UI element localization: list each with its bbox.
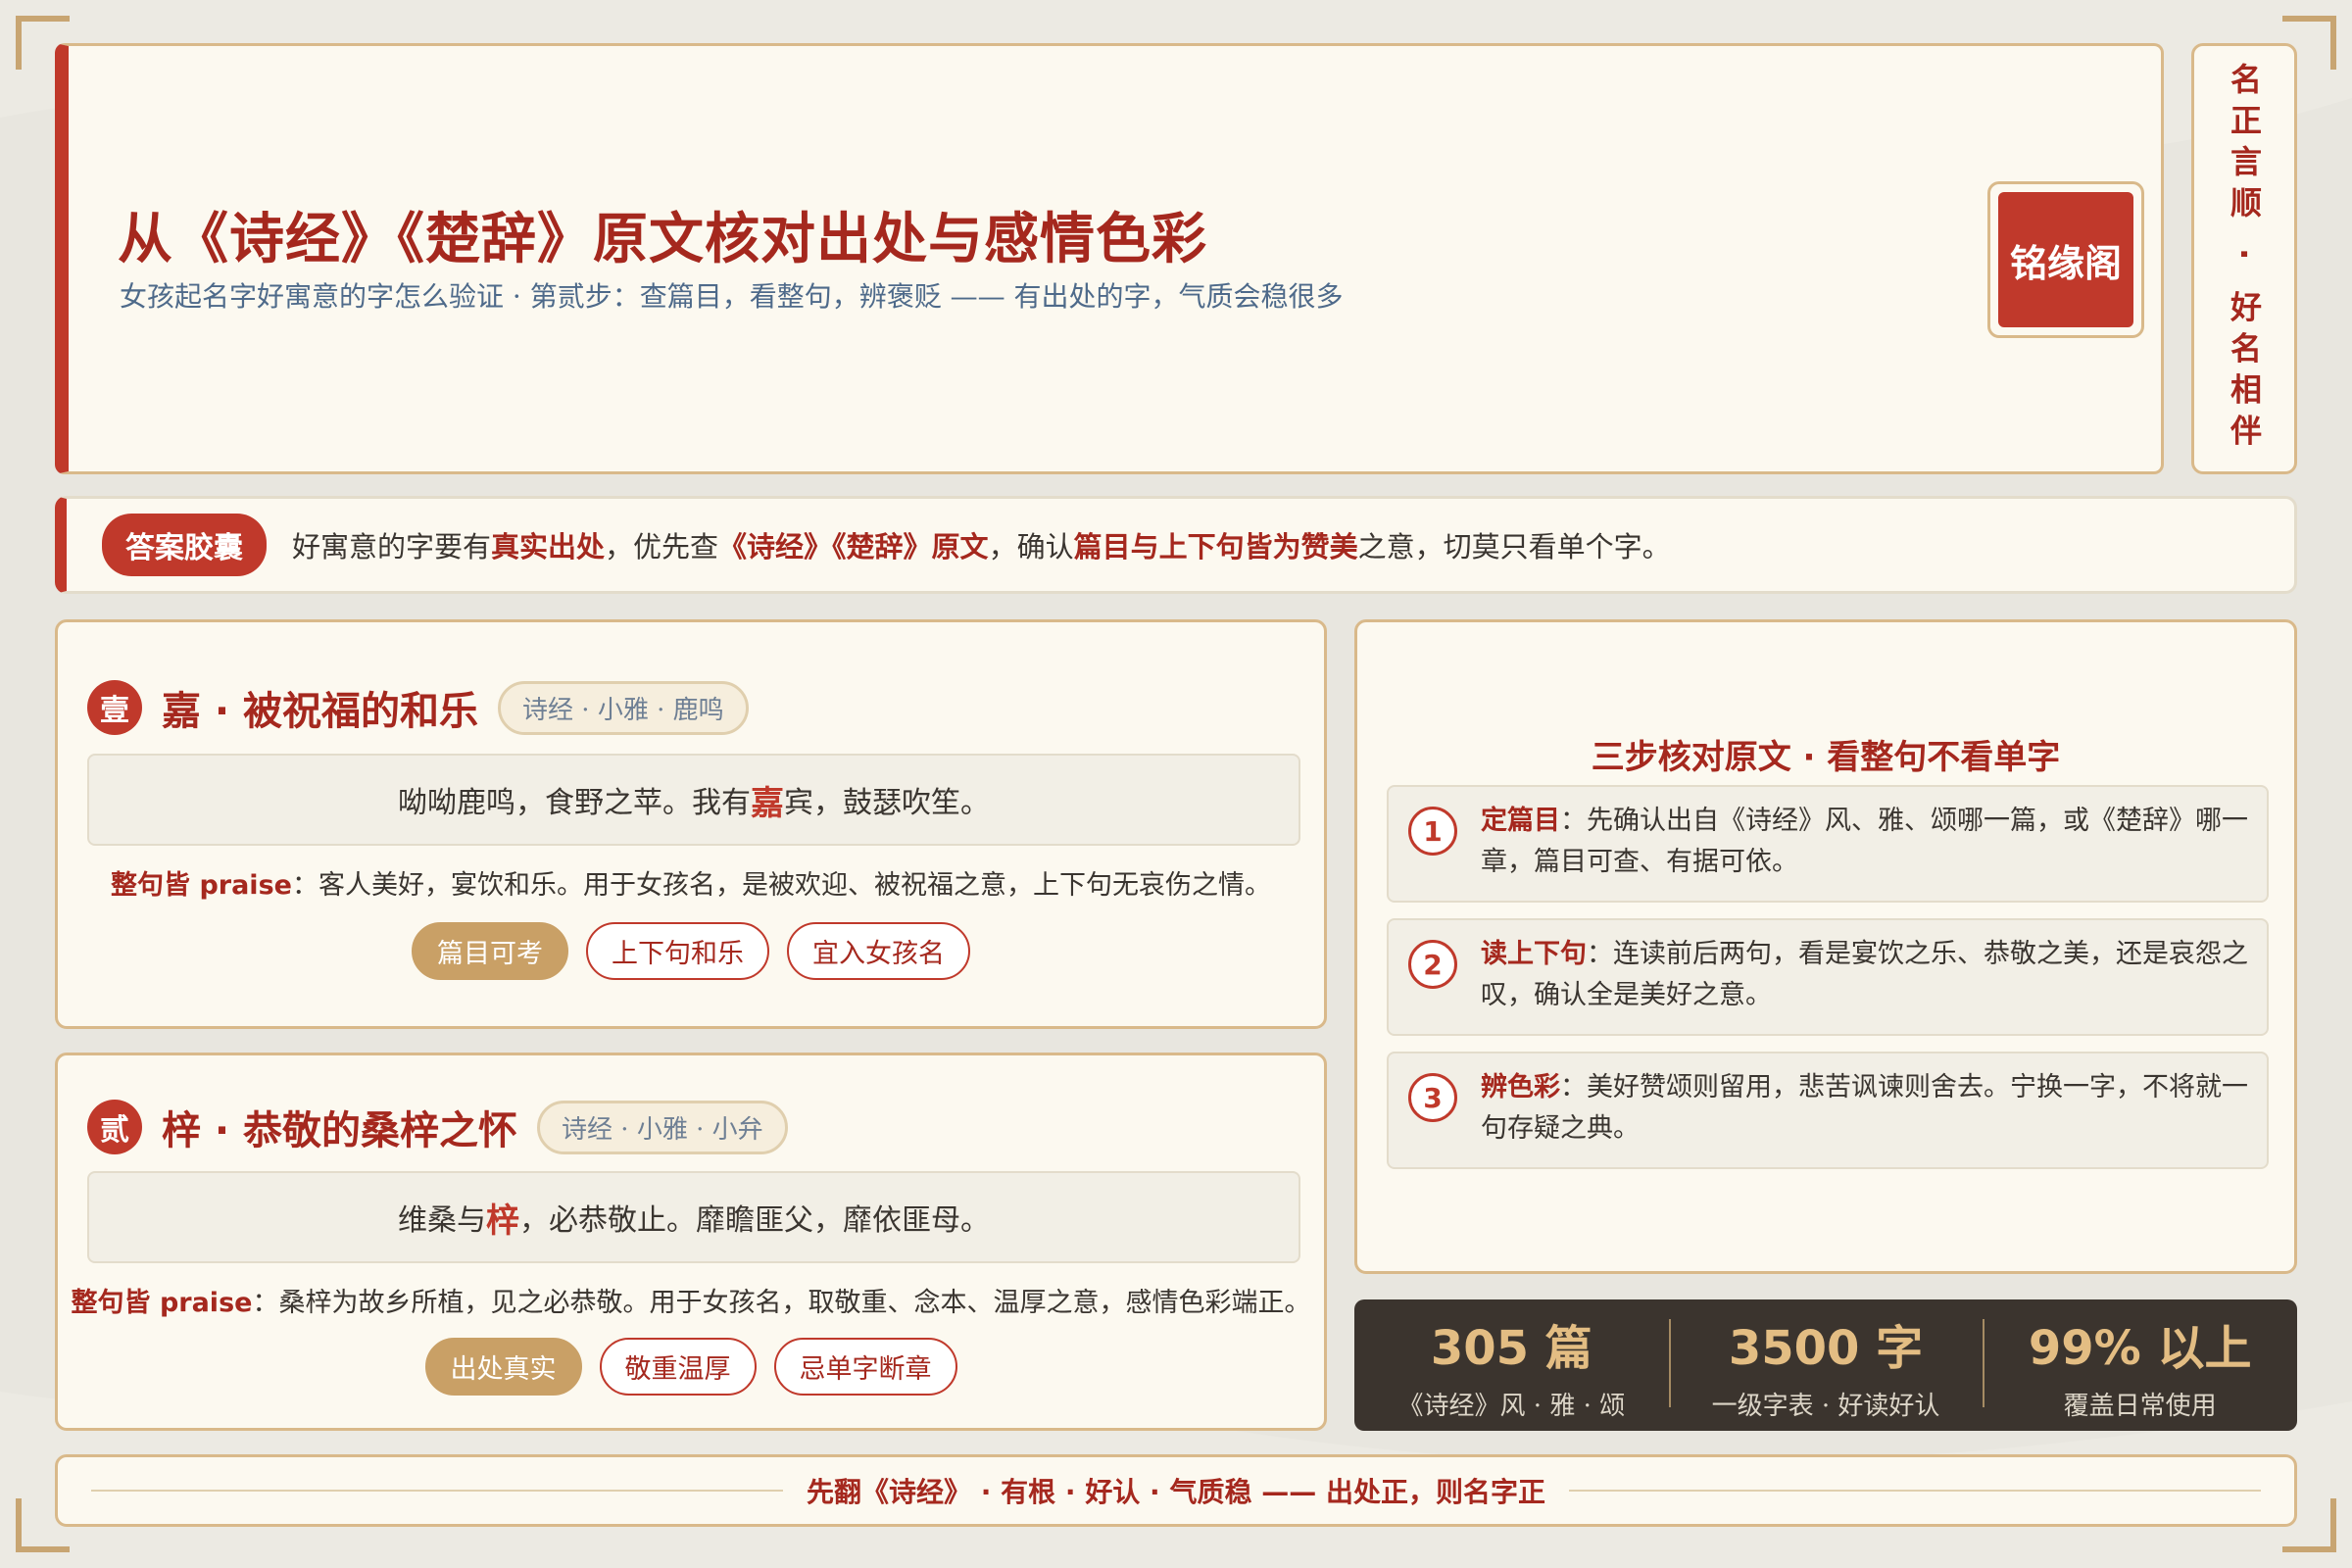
- praise-text: 整句皆 praise：桑梓为故乡所植，见之必恭敬。用于女孩名，取敬重、念本、温厚…: [71, 1288, 1311, 1318]
- tag-pill[interactable]: 出处真实: [424, 1338, 582, 1396]
- card-title: 梓 · 恭敬的桑梓之怀: [162, 1108, 518, 1153]
- stat-item: 3500 字 一级字表 · 好读好认: [1668, 1309, 1984, 1422]
- stat-caption: 一级字表 · 好读好认: [1711, 1391, 1940, 1421]
- card-header: 贰 梓 · 恭敬的桑梓之怀 诗经 · 小雅 · 小弁: [87, 1099, 788, 1155]
- stat-value: 3500 字: [1728, 1320, 1924, 1376]
- stat-item: 305 篇 《诗经》风 · 雅 · 颂: [1354, 1309, 1669, 1422]
- answer-text: 好寓意的字要有真实出处，优先查《诗经》《楚辞》原文，确认篇目与上下句皆为赞美之意…: [292, 530, 1671, 564]
- stat-item: 99% 以上 覆盖日常使用: [1983, 1309, 2297, 1422]
- tag-pill[interactable]: 上下句和乐: [586, 922, 769, 980]
- praise-text: 整句皆 praise：客人美好，宴饮和乐。用于女孩名，是被欢迎、被祝福之意，上下…: [111, 870, 1271, 901]
- highlight-character: 梓: [486, 1200, 519, 1241]
- tag-list: 篇目可考 上下句和乐 宜入女孩名: [58, 922, 1324, 980]
- footer-divider-right: [1568, 1490, 2261, 1492]
- card-title: 嘉 · 被祝福的和乐: [162, 689, 479, 734]
- stat-caption: 《诗经》风 · 雅 · 颂: [1397, 1391, 1626, 1421]
- character-card-zi: 贰 梓 · 恭敬的桑梓之怀 诗经 · 小雅 · 小弁 维桑与梓，必恭敬止。靡瞻匪…: [55, 1053, 1327, 1431]
- quote-box: 呦呦鹿鸣，食野之苹。我有嘉宾，鼓瑟吹笙。: [87, 754, 1300, 846]
- step-text: 定篇目：先确认出自《诗经》风、雅、颂哪一篇，或《楚辞》哪一章，篇目可查、有据可依…: [1481, 806, 2248, 877]
- card-number-badge: 壹: [87, 680, 142, 735]
- footer-divider-left: [91, 1490, 784, 1492]
- step-item: 3 辨色彩：美好赞颂则留用，悲苦讽谏则舍去。宁换一字，不将就一句存疑之典。: [1387, 1052, 2269, 1169]
- side-motto: 名正言顺 · 好名相伴: [2226, 62, 2263, 456]
- step-number: 3: [1408, 1073, 1457, 1122]
- footer-banner: 先翻《诗经》 · 有根 · 好认 · 气质稳 —— 出处正，则名字正: [55, 1454, 2297, 1527]
- steps-heading: 三步核对原文 · 看整句不看单字: [1591, 738, 2061, 777]
- character-card-jia: 壹 嘉 · 被祝福的和乐 诗经 · 小雅 · 鹿鸣 呦呦鹿鸣，食野之苹。我有嘉宾…: [55, 619, 1327, 1029]
- step-item: 2 读上下句：连读前后两句，看是宴饮之乐、恭敬之美，还是哀怨之叹，确认全是美好之…: [1387, 918, 2269, 1036]
- step-number: 1: [1408, 807, 1457, 856]
- tag-pill[interactable]: 敬重温厚: [599, 1338, 757, 1396]
- card-number-badge: 贰: [87, 1100, 142, 1154]
- stat-value: 305 篇: [1430, 1320, 1592, 1376]
- answer-capsule: 答案胶囊 好寓意的字要有真实出处，优先查《诗经》《楚辞》原文，确认篇目与上下句皆…: [55, 496, 2297, 594]
- side-motto-panel: 名正言顺 · 好名相伴: [2191, 43, 2297, 474]
- header-panel: 从《诗经》《楚辞》原文核对出处与感情色彩 女孩起名字好寓意的字怎么验证 · 第贰…: [55, 43, 2164, 474]
- step-text: 辨色彩：美好赞颂则留用，悲苦讽谏则舍去。宁换一字，不将就一句存疑之典。: [1481, 1072, 2248, 1144]
- tag-pill[interactable]: 篇目可考: [412, 922, 568, 980]
- steps-panel: 三步核对原文 · 看整句不看单字 1 定篇目：先确认出自《诗经》风、雅、颂哪一篇…: [1354, 619, 2297, 1274]
- tag-pill[interactable]: 宜入女孩名: [787, 922, 970, 980]
- footer-text: 先翻《诗经》 · 有根 · 好认 · 气质稳 —— 出处正，则名字正: [807, 1476, 1545, 1508]
- source-tag: 诗经 · 小雅 · 小弁: [537, 1100, 788, 1154]
- source-tag: 诗经 · 小雅 · 鹿鸣: [498, 680, 749, 735]
- stats-bar: 305 篇 《诗经》风 · 雅 · 颂 3500 字 一级字表 · 好读好认 9…: [1354, 1299, 2297, 1431]
- brand-seal-label: 铭缘阁: [1998, 192, 2133, 327]
- highlight-character: 嘉: [751, 783, 784, 823]
- page-subtitle: 女孩起名字好寓意的字怎么验证 · 第贰步：查篇目，看整句，辨褒贬 —— 有出处的…: [120, 280, 1344, 313]
- step-number: 2: [1408, 940, 1457, 989]
- tag-pill[interactable]: 忌单字断章: [773, 1338, 957, 1396]
- quote-box: 维桑与梓，必恭敬止。靡瞻匪父，靡依匪母。: [87, 1171, 1300, 1263]
- step-item: 1 定篇目：先确认出自《诗经》风、雅、颂哪一篇，或《楚辞》哪一章，篇目可查、有据…: [1387, 785, 2269, 903]
- stat-value: 99% 以上: [2028, 1320, 2252, 1376]
- page-title: 从《诗经》《楚辞》原文核对出处与感情色彩: [118, 208, 1207, 271]
- tag-list: 出处真实 敬重温厚 忌单字断章: [58, 1338, 1324, 1396]
- step-text: 读上下句：连读前后两句，看是宴饮之乐、恭敬之美，还是哀怨之叹，确认全是美好之意。: [1481, 939, 2248, 1010]
- stat-caption: 覆盖日常使用: [2063, 1391, 2217, 1421]
- brand-seal: 铭缘阁: [1987, 181, 2144, 338]
- answer-badge: 答案胶囊: [102, 514, 267, 576]
- card-header: 壹 嘉 · 被祝福的和乐 诗经 · 小雅 · 鹿鸣: [87, 679, 749, 736]
